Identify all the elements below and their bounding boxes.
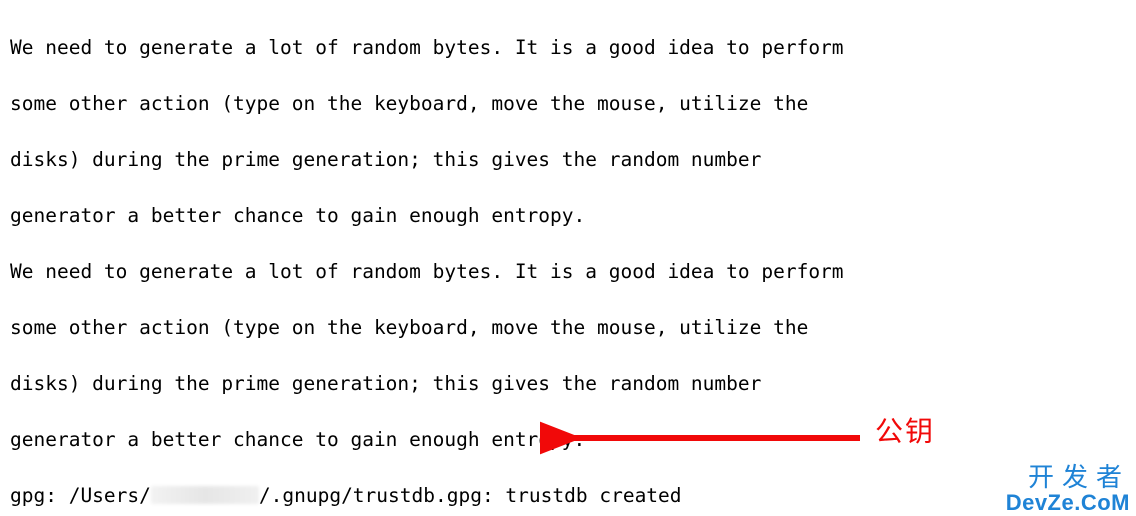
output-line: disks) during the prime generation; this…	[10, 370, 1128, 398]
text: /.gnupg/trustdb.gpg: trustdb created	[259, 484, 682, 507]
annotation-label: 公钥	[875, 410, 935, 450]
output-line: some other action (type on the keyboard,…	[10, 314, 1128, 342]
output-line: We need to generate a lot of random byte…	[10, 258, 1128, 286]
redacted-username	[151, 486, 259, 504]
terminal-output: We need to generate a lot of random byte…	[0, 0, 1136, 516]
output-line: generator a better chance to gain enough…	[10, 426, 1128, 454]
watermark-en: DevZe.CoM	[1006, 491, 1130, 514]
output-line: gpg: /Users/ /.gnupg/trustdb.gpg: trustdb…	[10, 482, 1128, 510]
output-line: some other action (type on the keyboard,…	[10, 90, 1128, 118]
output-line: We need to generate a lot of random byte…	[10, 34, 1128, 62]
output-line: generator a better chance to gain enough…	[10, 202, 1128, 230]
watermark: 开发者 DevZe.CoM	[1006, 464, 1130, 514]
text: gpg: /Users/	[10, 484, 151, 507]
output-line: disks) during the prime generation; this…	[10, 146, 1128, 174]
watermark-cn: 开发者	[1006, 464, 1130, 491]
